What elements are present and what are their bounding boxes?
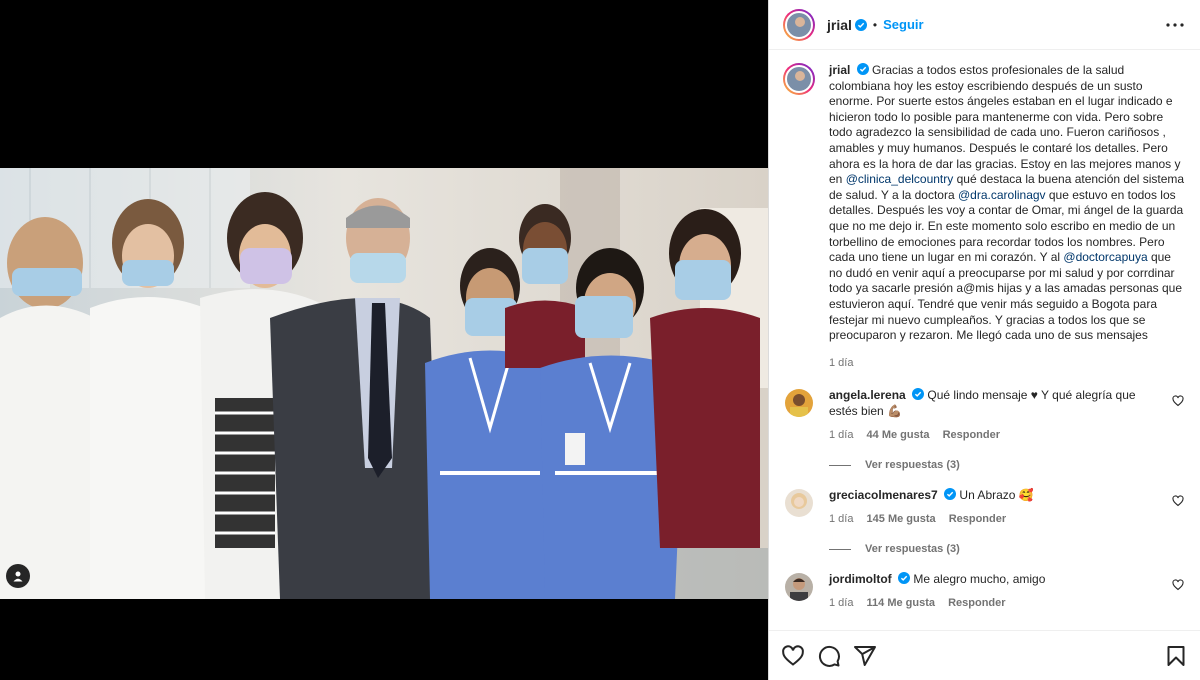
comment-body: angela.lerena Qué lindo mensaje ♥ Y qué …	[829, 387, 1159, 443]
author-avatar[interactable]	[783, 8, 815, 41]
commenter-avatar[interactable]	[785, 489, 813, 518]
reply-button[interactable]: Responder	[949, 513, 1006, 525]
post-viewer: jrial • Seguir jrial Gracias a todos est…	[0, 0, 1200, 680]
commenter-avatar[interactable]	[785, 389, 813, 418]
avatar-image	[790, 394, 808, 418]
comment-meta: 1 día 145 Me gusta Responder	[829, 511, 1159, 527]
comment-body: jordimoltof Me alegro mucho, amigo 1 día…	[829, 571, 1159, 611]
heart-icon[interactable]	[1172, 579, 1184, 591]
follow-button[interactable]: Seguir	[883, 17, 923, 32]
more-options-icon[interactable]	[1164, 14, 1186, 36]
verified-icon	[912, 388, 925, 401]
comment-item: angela.lerena Qué lindo mensaje ♥ Y qué …	[783, 387, 1186, 443]
comment-meta: 1 día 114 Me gusta Responder	[829, 595, 1159, 611]
caption-body: jrial Gracias a todos estos profesionale…	[829, 63, 1186, 371]
view-replies-label: Ver respuestas (3)	[865, 543, 960, 556]
post-header: jrial • Seguir	[769, 0, 1200, 50]
reply-button[interactable]: Responder	[943, 429, 1000, 441]
heart-icon[interactable]	[1172, 495, 1184, 507]
avatar-image	[790, 578, 808, 602]
comment-time[interactable]: 1 día	[829, 513, 853, 525]
view-replies-label: Ver respuestas (3)	[865, 459, 960, 472]
reply-button[interactable]: Responder	[948, 597, 1005, 609]
group-photo-image	[0, 168, 768, 599]
commenter-username[interactable]: angela.lerena	[829, 388, 906, 402]
comment-likes[interactable]: 114 Me gusta	[867, 597, 935, 609]
tag-user-button[interactable]	[6, 564, 30, 588]
caption-text: Gracias a todos estos profesionales de l…	[829, 63, 1181, 187]
post-caption: jrial Gracias a todos estos profesionale…	[783, 63, 1186, 371]
commenter-username[interactable]: greciacolmenares7	[829, 488, 938, 502]
view-replies-button[interactable]: Ver respuestas (3)	[829, 459, 1186, 471]
replies-divider	[829, 548, 851, 550]
caption-username[interactable]: jrial	[829, 63, 850, 77]
comment-likes[interactable]: 145 Me gusta	[867, 513, 936, 525]
mention-link[interactable]: @clinica_delcountry	[846, 172, 954, 186]
comments-scroll[interactable]: jrial Gracias a todos estos profesionale…	[769, 51, 1200, 630]
verified-icon	[898, 572, 910, 585]
caption-timestamp[interactable]: 1 día	[829, 356, 1186, 372]
verified-icon	[854, 18, 867, 31]
tag-user-icon	[13, 571, 23, 582]
comment-item: greciacolmenares7 Un Abrazo 🥰 1 día 145 …	[783, 487, 1186, 527]
comment-item: jordimoltof Me alegro mucho, amigo 1 día…	[783, 571, 1186, 611]
verified-icon	[944, 488, 957, 501]
save-icon[interactable]	[1164, 644, 1188, 668]
comment-body: greciacolmenares7 Un Abrazo 🥰 1 día 145 …	[829, 487, 1159, 527]
post-actions-bar	[769, 630, 1200, 680]
avatar-image	[791, 493, 807, 510]
comment-time[interactable]: 1 día	[829, 597, 853, 609]
replies-divider	[829, 464, 851, 466]
comment-text: Me alegro mucho, amigo	[913, 572, 1046, 587]
comment-meta: 1 día 44 Me gusta Responder	[829, 427, 1159, 443]
caption-avatar[interactable]	[783, 63, 815, 95]
view-replies-button[interactable]: Ver respuestas (3)	[829, 543, 1186, 555]
header-separator: •	[872, 17, 878, 32]
comment-likes[interactable]: 44 Me gusta	[867, 429, 930, 441]
comment-time[interactable]: 1 día	[829, 429, 853, 441]
author-username[interactable]: jrial	[827, 17, 852, 33]
verified-icon	[856, 63, 869, 75]
commenter-username[interactable]: jordimoltof	[829, 572, 892, 586]
heart-icon[interactable]	[1172, 395, 1184, 407]
share-icon[interactable]	[853, 644, 877, 668]
post-media	[0, 0, 768, 680]
heart-icon[interactable]	[781, 644, 805, 668]
commenter-avatar[interactable]	[785, 573, 813, 602]
comment-icon[interactable]	[817, 644, 841, 668]
mention-link[interactable]: @dra.carolinagv	[958, 188, 1046, 202]
post-side-panel: jrial • Seguir jrial Gracias a todos est…	[768, 0, 1200, 680]
post-photo[interactable]	[0, 168, 768, 599]
comment-text: Un Abrazo 🥰	[959, 488, 1034, 503]
mention-link[interactable]: @doctorcapuya	[1063, 250, 1147, 264]
